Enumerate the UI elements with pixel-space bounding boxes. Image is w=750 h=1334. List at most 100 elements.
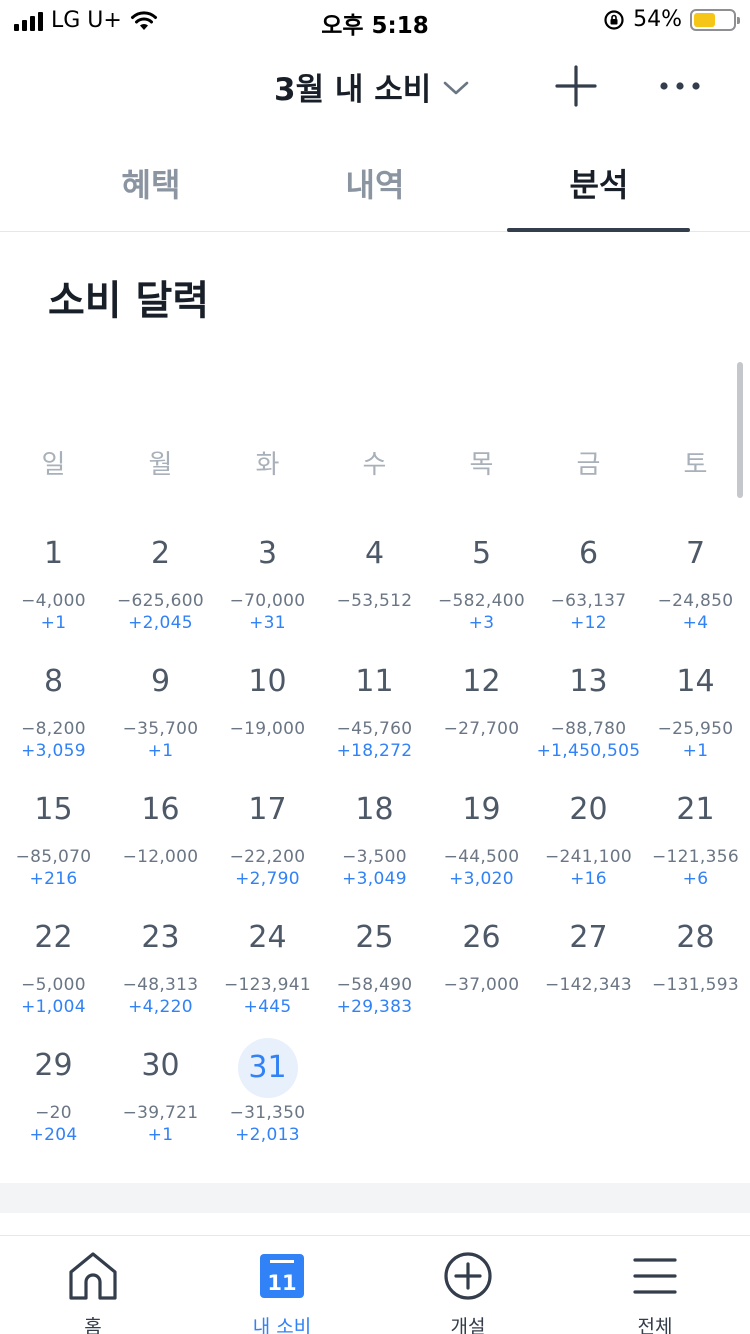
- bottom-nav: 홈 11 내 소비 개설 전체: [0, 1235, 750, 1334]
- tab-benefits[interactable]: 혜택: [40, 140, 262, 232]
- add-button[interactable]: [552, 62, 600, 110]
- calendar-day[interactable]: 25 −58,490 +29,383: [321, 916, 428, 1044]
- calendar-day[interactable]: 1 −4,000 +1: [0, 532, 107, 660]
- tab-analysis[interactable]: 분석: [488, 140, 710, 232]
- calendar-day[interactable]: 11 −45,760 +18,272: [321, 660, 428, 788]
- weekday-mon: 월: [148, 450, 173, 480]
- day-number: 8: [43, 664, 64, 699]
- calendar-day[interactable]: 8 −8,200 +3,059: [0, 660, 107, 788]
- nav-open-account[interactable]: 개설: [408, 1250, 528, 1334]
- calendar-day[interactable]: 3 −70,000 +31: [214, 532, 321, 660]
- calendar-day[interactable]: 23 −48,313 +4,220: [107, 916, 214, 1044]
- weekday-header: 일 월 화 수 목 금 토: [0, 444, 750, 484]
- nav-all[interactable]: 전체: [595, 1250, 715, 1334]
- month-selector[interactable]: 3월 내 소비: [274, 64, 469, 109]
- day-number: 2: [150, 536, 171, 571]
- calendar-day[interactable]: 10 −19,000: [214, 660, 321, 788]
- more-button[interactable]: [656, 62, 704, 110]
- spend-amount: −22,200: [229, 847, 306, 867]
- calendar-day[interactable]: 9 −35,700 +1: [107, 660, 214, 788]
- calendar-day[interactable]: 14 −25,950 +1: [642, 660, 749, 788]
- spend-amount: −63,137: [550, 591, 627, 611]
- spend-amount: −4,000: [21, 591, 86, 611]
- plus-icon: [555, 65, 597, 107]
- day-number: 30: [141, 1048, 180, 1083]
- calendar-day[interactable]: 19 −44,500 +3,020: [428, 788, 535, 916]
- calendar-day[interactable]: 31 −31,350 +2,013: [214, 1038, 321, 1172]
- spend-amount: −44,500: [443, 847, 520, 867]
- calendar-day[interactable]: 30 −39,721 +1: [107, 1044, 214, 1172]
- earn-amount: +216: [29, 869, 78, 889]
- earn-amount: +1: [147, 741, 174, 761]
- calendar-day[interactable]: 22 −5,000 +1,004: [0, 916, 107, 1044]
- day-number: 1: [43, 536, 64, 571]
- earn-amount: +12: [570, 613, 607, 633]
- earn-amount: +1: [682, 741, 709, 761]
- spend-amount: −123,941: [224, 975, 311, 995]
- day-number: 15: [34, 792, 73, 827]
- spend-amount: −37,000: [443, 975, 520, 995]
- day-number: 13: [569, 664, 608, 699]
- calendar-day[interactable]: 13 −88,780 +1,450,505: [535, 660, 642, 788]
- earn-amount: +31: [249, 613, 286, 633]
- calendar-day[interactable]: 28 −131,593: [642, 916, 749, 1044]
- calendar-day[interactable]: 26 −37,000: [428, 916, 535, 1044]
- calendar-day[interactable]: 7 −24,850 +4: [642, 532, 749, 660]
- calendar-day[interactable]: 20 −241,100 +16: [535, 788, 642, 916]
- day-number: 20: [569, 792, 608, 827]
- spend-amount: −19,000: [229, 719, 306, 739]
- tab-history[interactable]: 내역: [264, 140, 486, 232]
- nav-my-spending[interactable]: 11 내 소비: [222, 1250, 342, 1334]
- day-number: 17: [248, 792, 287, 827]
- day-number: 25: [355, 920, 394, 955]
- status-bar: LG U+ 오후 5:18 54%: [0, 0, 750, 40]
- earn-amount: +204: [29, 1125, 78, 1145]
- section-divider: [0, 1183, 750, 1213]
- earn-amount: +3,020: [449, 869, 514, 889]
- day-number: 21: [676, 792, 715, 827]
- calendar-day[interactable]: 21 −121,356 +6: [642, 788, 749, 916]
- calendar-day[interactable]: 16 −12,000: [107, 788, 214, 916]
- calendar-day[interactable]: 12 −27,700: [428, 660, 535, 788]
- weekday-thu: 목: [469, 450, 494, 480]
- day-number: 23: [141, 920, 180, 955]
- tab-bar: 혜택 내역 분석: [0, 140, 750, 232]
- earn-amount: +1: [147, 1125, 174, 1145]
- calendar-day[interactable]: 27 −142,343: [535, 916, 642, 1044]
- spend-amount: −582,400: [438, 591, 525, 611]
- battery-percent: 54%: [633, 7, 682, 32]
- plus-circle-icon: [444, 1252, 492, 1300]
- weekday-sun: 일: [41, 450, 66, 480]
- nav-open-account-label: 개설: [450, 1316, 486, 1334]
- day-number: 11: [355, 664, 394, 699]
- earn-amount: +4,220: [128, 997, 193, 1017]
- calendar-day[interactable]: 17 −22,200 +2,790: [214, 788, 321, 916]
- nav-home[interactable]: 홈: [33, 1250, 153, 1334]
- calendar-badge: 11: [267, 1271, 296, 1295]
- calendar-day[interactable]: 6 −63,137 +12: [535, 532, 642, 660]
- day-number: 16: [141, 792, 180, 827]
- calendar-day[interactable]: 18 −3,500 +3,049: [321, 788, 428, 916]
- nav-my-spending-label: 내 소비: [252, 1316, 312, 1334]
- day-number: 14: [676, 664, 715, 699]
- rotation-lock-icon: [604, 9, 624, 30]
- earn-amount: +2,045: [128, 613, 193, 633]
- day-number: 18: [355, 792, 394, 827]
- calendar-day[interactable]: 29 −20 +204: [0, 1044, 107, 1172]
- weekday-sat: 토: [683, 450, 708, 480]
- spend-amount: −121,356: [652, 847, 739, 867]
- spend-amount: −58,490: [336, 975, 413, 995]
- calendar-day[interactable]: 2 −625,600 +2,045: [107, 532, 214, 660]
- nav-header: 3월 내 소비: [0, 50, 750, 120]
- calendar-day[interactable]: 15 −85,070 +216: [0, 788, 107, 916]
- more-dots-icon: [660, 82, 700, 90]
- earn-amount: +3,049: [342, 869, 407, 889]
- nav-home-label: 홈: [84, 1316, 102, 1334]
- day-number: 4: [364, 536, 385, 571]
- earn-amount: +6: [682, 869, 709, 889]
- calendar-day[interactable]: 5 −582,400 +3: [428, 532, 535, 660]
- calendar-day[interactable]: 4 −53,512: [321, 532, 428, 660]
- day-number: 6: [578, 536, 599, 571]
- calendar-day[interactable]: 24 −123,941 +445: [214, 916, 321, 1044]
- day-number: 22: [34, 920, 73, 955]
